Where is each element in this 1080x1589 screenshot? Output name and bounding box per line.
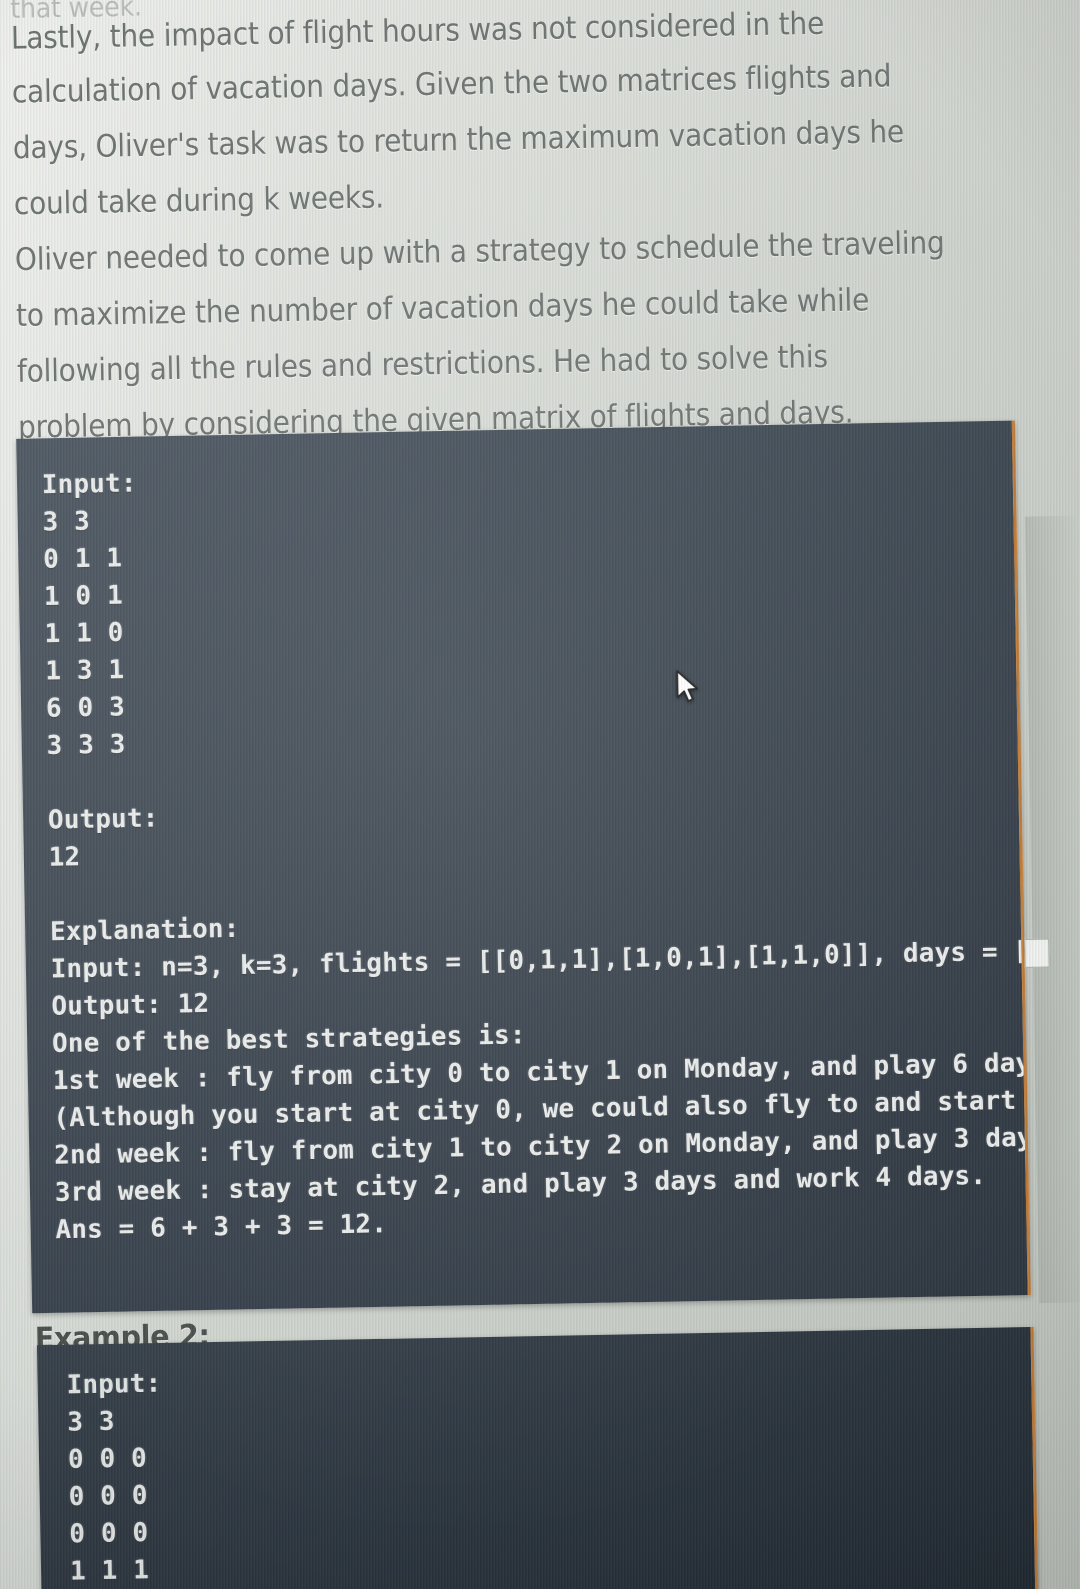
right-scroll-tab[interactable]: [1024, 938, 1050, 968]
code-line: 0 0 0: [69, 1517, 149, 1549]
paragraph-line-6: to maximize the number of vacation days …: [15, 282, 870, 335]
code-line: 0 0 0: [68, 1479, 148, 1512]
example-2-code-block: Input: 3 3 0 0 0 0 0 0 0 0 0 1 1 1 7 7 7…: [36, 1326, 1039, 1589]
code-line: 3 3 3: [46, 728, 126, 761]
screenshot-root: that week. Lastly, the impact of flight …: [0, 0, 1080, 1589]
code-line-output-value: 12: [48, 841, 81, 872]
code-line: Output: 12: [51, 988, 210, 1021]
code-line-explanation-label: Explanation:: [49, 912, 240, 947]
code-line: 3rd week : stay at city 2, and play 3 da…: [54, 1160, 987, 1208]
code-line: 1 3 1: [45, 654, 125, 686]
code-line: 6 0 3: [45, 691, 126, 723]
code-line: 1 1 0: [44, 616, 124, 649]
paragraph-line-4: could take during k weeks.: [13, 179, 385, 223]
code-line: 3 3: [42, 505, 91, 537]
code-line: 1 0 1: [43, 579, 124, 612]
code-line: 0 1 1: [42, 542, 123, 574]
code-line: 3 3: [67, 1405, 115, 1437]
code-line: Input:: [66, 1367, 162, 1400]
code-line: One of the best strategies is:: [51, 1019, 526, 1059]
code-line: Input: n=3, k=3, flights = [[0,1,1],[1,0…: [50, 935, 1030, 984]
right-panel-strip: [1024, 515, 1080, 1304]
code-line: 0 0 0: [67, 1442, 148, 1475]
code-line: Input:: [41, 467, 137, 500]
code-line-answer: Ans = 6 + 3 + 3 = 12.: [55, 1208, 388, 1245]
paragraph-line-7: following all the rules and restrictions…: [16, 339, 829, 391]
paragraph-line-2: calculation of vacation days. Given the …: [11, 58, 892, 111]
mouse-pointer-icon: [676, 670, 699, 702]
code-line: 1 1 1: [69, 1554, 150, 1586]
example-1-code-block: Input: 3 3 0 1 1 1 0 1 1 1 0 1 3 1 6 0 3…: [16, 420, 1031, 1314]
paragraph-line-5: Oliver needed to come up with a strategy…: [14, 225, 945, 279]
paragraph-line-3: days, Oliver's task was to return the ma…: [12, 114, 905, 167]
page-content: that week. Lastly, the impact of flight …: [0, 0, 1080, 1589]
code-line-output-label: Output:: [47, 802, 159, 835]
